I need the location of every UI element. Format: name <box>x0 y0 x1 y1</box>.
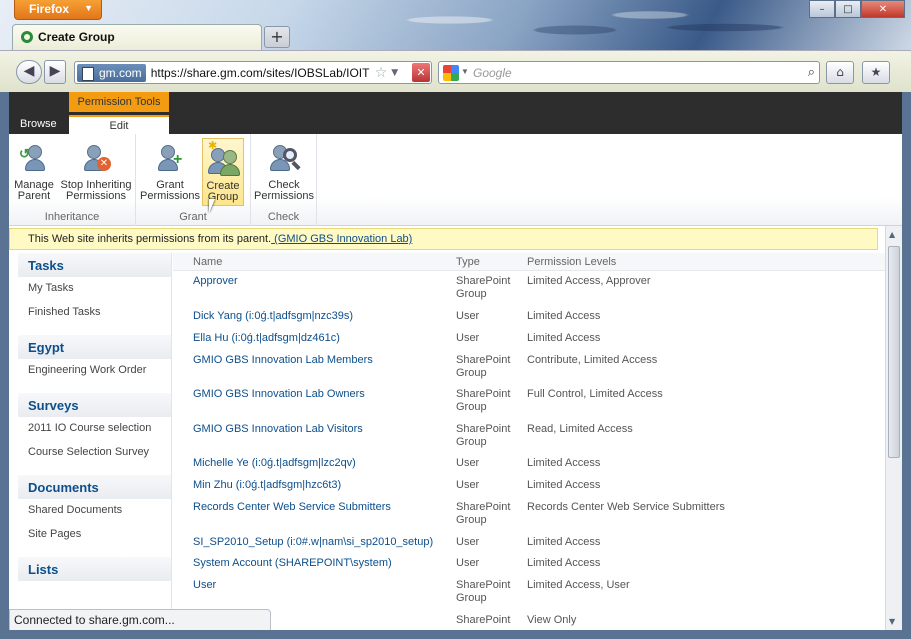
grant-permissions-icon: + <box>153 142 187 176</box>
nav-item-my-tasks[interactable]: My Tasks <box>18 277 171 301</box>
nav-heading-egypt[interactable]: Egypt <box>18 335 171 359</box>
navigation-toolbar: ◀ ▶ gm.com https://share.gm.com/sites/IO… <box>0 50 911 92</box>
tab-edit[interactable]: Edit <box>69 115 169 134</box>
browser-tab[interactable]: Create Group <box>12 24 262 50</box>
nav-item-finished-tasks[interactable]: Finished Tasks <box>18 301 171 325</box>
status-bar: Connected to share.gm.com... <box>9 609 271 631</box>
ribbon-tabs-bar: Permission Tools Browse Edit <box>9 92 902 134</box>
nav-heading-lists[interactable]: Lists <box>18 557 171 581</box>
nav-heading-tasks[interactable]: Tasks <box>18 253 171 277</box>
stop-inheriting-icon: ✕ <box>79 142 113 176</box>
search-bar[interactable]: ▼ Google ⌕ <box>438 61 820 84</box>
permissions-table: Name Type Permission Levels Approver Shar… <box>173 253 885 630</box>
manage-parent-icon: ↺ <box>17 142 51 176</box>
maximize-button[interactable]: □ <box>835 0 861 18</box>
window-controls: – □ ✕ <box>809 0 905 18</box>
url-text[interactable]: https://share.gm.com/sites/IOBSLab/IOIT <box>151 66 373 80</box>
window-frame-right <box>902 92 911 639</box>
minimize-button[interactable]: – <box>809 0 835 18</box>
search-placeholder: Google <box>473 66 512 80</box>
column-header-type[interactable]: Type <box>456 256 480 268</box>
principal-link[interactable]: Records Center Web Service Submitters <box>193 501 391 513</box>
nav-item-2011-io-course-selection[interactable]: 2011 IO Course selection <box>18 417 171 441</box>
stop-button[interactable]: ✕ <box>412 63 430 82</box>
manage-parent-button[interactable]: ↺ Manage Parent <box>12 138 56 202</box>
principal-link[interactable]: Dick Yang (i:0ǵ.t|adfsgm|nzc39s) <box>193 310 353 322</box>
forward-button[interactable]: ▶ <box>44 60 66 84</box>
nav-item-course-selection-survey[interactable]: Course Selection Survey <box>18 441 171 465</box>
principal-link[interactable]: SI_SP2010_Setup (i:0#.w|nam\si_sp2010_se… <box>193 536 433 548</box>
ribbon-group-inheritance: ↺ Manage Parent ✕ Stop Inheriting Permissi… <box>9 134 136 226</box>
home-button[interactable]: ⌂ <box>826 61 854 84</box>
vertical-scrollbar[interactable]: ▲ ▼ <box>885 226 902 630</box>
nav-heading-documents[interactable]: Documents <box>18 475 171 499</box>
principal-link[interactable]: System Account (SHAREPOINT\system) <box>193 557 392 569</box>
group-label-inheritance: Inheritance <box>44 211 100 223</box>
principal-link[interactable]: GMIO GBS Innovation Lab Owners <box>193 388 365 400</box>
grant-permissions-button[interactable]: + Grant Permissions <box>140 138 200 202</box>
sharepoint-favicon-icon <box>21 31 33 43</box>
check-permissions-button[interactable]: Check Permissions <box>254 138 314 202</box>
create-group-icon: ✱ <box>206 141 240 177</box>
search-icon[interactable]: ⌕ <box>808 64 815 80</box>
group-label-check: Check <box>267 211 300 223</box>
create-group-button[interactable]: ✱ Create Group <box>202 138 244 206</box>
ribbon: ↺ Manage Parent ✕ Stop Inheriting Permissi… <box>9 134 902 226</box>
scroll-down-icon[interactable]: ▼ <box>889 617 895 626</box>
principal-link[interactable]: Michelle Ye (i:0ǵ.t|adfsgm|lzc2qv) <box>193 457 356 469</box>
back-button[interactable]: ◀ <box>16 60 42 84</box>
principal-link[interactable]: Ella Hu (i:0ǵ.t|adfsgm|dz461c) <box>193 332 340 344</box>
principal-link[interactable]: Approver <box>193 275 238 287</box>
nav-item-engineering-work-order[interactable]: Engineering Work Order <box>18 359 171 383</box>
principal-link[interactable]: GMIO GBS Innovation Lab Visitors <box>193 423 363 435</box>
site-identity-badge[interactable]: gm.com <box>77 63 146 82</box>
ribbon-group-check: Check Permissions Check <box>251 134 317 226</box>
quick-launch: Tasks My Tasks Finished Tasks Egypt Engi… <box>18 253 172 630</box>
firefox-menu-button[interactable]: Firefox ▼ <box>14 0 102 20</box>
principal-link[interactable]: GMIO GBS Innovation Lab Members <box>193 354 373 366</box>
tab-title: Create Group <box>38 30 115 44</box>
tab-browse[interactable]: Browse <box>9 115 68 134</box>
nav-item-shared-documents[interactable]: Shared Documents <box>18 499 171 523</box>
nav-heading-surveys[interactable]: Surveys <box>18 393 171 417</box>
bookmarks-button[interactable]: ★ <box>862 61 890 84</box>
google-icon[interactable] <box>443 65 459 81</box>
close-button[interactable]: ✕ <box>861 0 905 18</box>
inheritance-notice: This Web site inherits permissions from … <box>9 228 878 250</box>
search-engine-dropdown-icon[interactable]: ▼ <box>461 67 469 76</box>
check-permissions-icon <box>267 142 301 176</box>
url-dropdown-icon[interactable]: ▼ <box>391 68 398 78</box>
group-label-grant: Grant <box>179 211 207 223</box>
chevron-down-icon: ▼ <box>84 3 93 13</box>
url-bar[interactable]: gm.com https://share.gm.com/sites/IOBSLa… <box>74 61 432 84</box>
table-header: Name Type Permission Levels <box>173 253 885 271</box>
column-header-name[interactable]: Name <box>193 256 222 268</box>
window-frame-left <box>0 92 9 639</box>
principal-link[interactable]: Min Zhu (i:0ǵ.t|adfsgm|hzc6t3) <box>193 479 341 491</box>
window-frame-bottom <box>0 630 911 639</box>
bookmark-star-icon[interactable]: ☆ <box>375 65 388 81</box>
permission-tools-context-label: Permission Tools <box>69 92 169 112</box>
stop-inheriting-permissions-button[interactable]: ✕ Stop Inheriting Permissions <box>58 138 134 202</box>
mouse-cursor <box>209 199 215 213</box>
scroll-up-icon[interactable]: ▲ <box>889 230 895 239</box>
scroll-thumb[interactable] <box>888 246 900 458</box>
ribbon-group-grant: + Grant Permissions ✱ Create Group Grant <box>136 134 251 226</box>
parent-site-link[interactable]: (GMIO GBS Innovation Lab) <box>271 233 412 245</box>
new-tab-button[interactable]: + <box>264 26 290 48</box>
principal-link[interactable]: User <box>193 579 216 591</box>
nav-item-site-pages[interactable]: Site Pages <box>18 523 171 547</box>
column-header-permission-levels[interactable]: Permission Levels <box>527 256 616 268</box>
